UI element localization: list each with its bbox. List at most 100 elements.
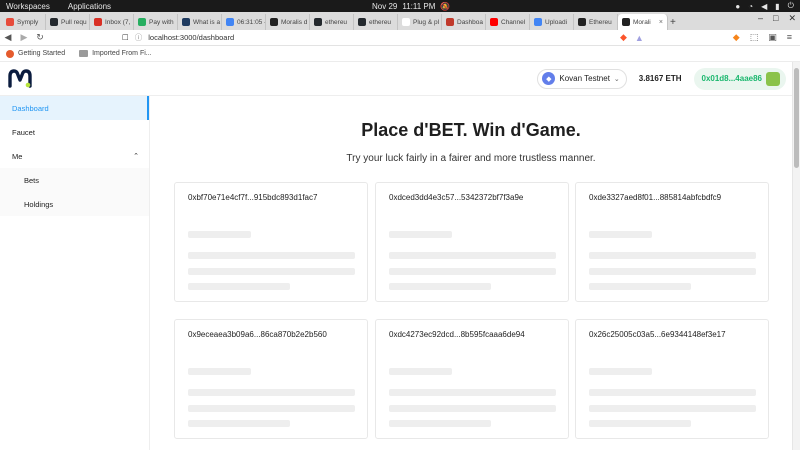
notification-muted-icon: 🔕 xyxy=(440,1,451,11)
skeleton-line xyxy=(389,268,556,275)
tab-label: Pull requ xyxy=(61,18,87,26)
sidebar: Dashboard Faucet Me ⌃ Bets Holdings xyxy=(0,96,150,450)
bet-card[interactable]: 0xdced3dd4e3c57...5342372bf7f3a9e xyxy=(375,182,569,302)
address-bar[interactable]: ☐ ⓘ localhost:3000/dashboard xyxy=(116,32,616,44)
browser-tab[interactable]: Dashboa xyxy=(442,14,486,30)
browser-tab[interactable]: Moralis d xyxy=(266,14,310,30)
page-scrollbar[interactable] xyxy=(792,62,800,450)
browser-tab[interactable]: Ethereu xyxy=(574,14,618,30)
back-icon[interactable]: ◀ xyxy=(0,32,16,43)
reload-icon[interactable]: ↻ xyxy=(32,32,48,43)
main-content: Place d'BET. Win d'Game. Try your luck f… xyxy=(150,96,792,450)
sidebar-item-holdings[interactable]: Holdings xyxy=(0,192,149,216)
tab-label: Uploadi xyxy=(545,18,568,26)
metamask-icon[interactable]: ◆ xyxy=(733,32,740,43)
browser-tab[interactable]: ethereu xyxy=(310,14,354,30)
close-tab-icon[interactable]: × xyxy=(659,19,663,26)
network-label: Kovan Testnet xyxy=(559,74,610,83)
browser-tab-strip: Symply Pull requ Inbox (7, Pay with What is … xyxy=(0,12,800,30)
wallet-icon[interactable]: ▣ xyxy=(768,32,777,43)
browser-tab[interactable]: Symply xyxy=(2,14,46,30)
skeleton-line xyxy=(589,252,756,259)
bookmark-getting-started[interactable]: Getting Started xyxy=(6,49,66,58)
app-logo[interactable] xyxy=(8,68,32,90)
tab-label: What is a xyxy=(193,18,221,26)
accessibility-icon[interactable]: ● xyxy=(735,2,740,11)
browser-tab[interactable]: ethereu xyxy=(354,14,398,30)
skeleton-line xyxy=(589,420,691,427)
sidebar-item-me[interactable]: Me ⌃ xyxy=(0,144,149,168)
menu-icon[interactable]: ≡ xyxy=(787,32,792,43)
network-selector[interactable]: ◆ Kovan Testnet ⌄ xyxy=(537,68,627,89)
sidebar-item-bets[interactable]: Bets xyxy=(0,168,149,192)
skeleton-line xyxy=(389,252,556,259)
sidebar-item-faucet[interactable]: Faucet xyxy=(0,120,149,144)
tab-label: Inbox (7, xyxy=(105,18,131,26)
bet-address: 0xdced3dd4e3c57...5342372bf7f3a9e xyxy=(389,193,524,202)
scrollbar-thumb[interactable] xyxy=(794,68,799,168)
volume-icon[interactable]: ◀ xyxy=(761,2,767,11)
bet-card[interactable]: 0xbf70e71e4cf7f...915bdc893d1fac7 xyxy=(174,182,368,302)
skeleton-line xyxy=(389,368,452,375)
close-window-icon[interactable]: ✕ xyxy=(788,13,796,24)
skeleton-line xyxy=(589,405,756,412)
new-tab-icon[interactable]: + xyxy=(670,17,676,28)
bet-address: 0xbf70e71e4cf7f...915bdc893d1fac7 xyxy=(188,193,318,202)
skeleton-line xyxy=(389,283,491,290)
skeleton-line xyxy=(589,268,756,275)
tab-label: ethereu xyxy=(325,18,348,26)
firefox-icon xyxy=(6,49,14,58)
sidebar-item-label: Dashboard xyxy=(12,103,49,113)
skeleton-line xyxy=(589,389,756,396)
skeleton-line xyxy=(188,252,355,259)
clock[interactable]: Nov 29 11:11 PM 🔕 xyxy=(372,2,450,11)
browser-tab[interactable]: Pay with xyxy=(134,14,178,30)
browser-tab[interactable]: Inbox (7, xyxy=(90,14,134,30)
page-subtitle: Try your luck fairly in a fairer and mor… xyxy=(346,153,596,164)
tab-favicon-icon xyxy=(6,18,14,26)
maximize-icon[interactable]: □ xyxy=(773,13,778,24)
browser-tab[interactable]: 06:31:05 - xyxy=(222,14,266,30)
url-text[interactable]: localhost:3000/dashboard xyxy=(148,33,234,42)
bet-card[interactable]: 0x9eceaea3b09a6...86ca870b2e2b560 xyxy=(174,319,368,439)
bookmark-label: Getting Started xyxy=(18,50,66,57)
browser-tab[interactable]: Channel xyxy=(486,14,530,30)
bet-card[interactable]: 0xdc4273ec92dcd...8b595fcaaa6de94 xyxy=(375,319,569,439)
browser-tab[interactable]: What is a xyxy=(178,14,222,30)
window-controls: – □ ✕ xyxy=(758,13,796,24)
bet-card[interactable]: 0xde3327aed8f01...885814abfcbdfc9 xyxy=(575,182,769,302)
brave-shield-icon[interactable]: ◆ xyxy=(620,32,627,43)
url-info-icon[interactable]: ⓘ xyxy=(135,32,143,43)
tab-favicon-icon xyxy=(50,18,58,26)
sidebar-item-dashboard[interactable]: Dashboard xyxy=(0,96,149,120)
workspaces-menu[interactable]: Workspaces xyxy=(6,2,50,11)
wifi-icon[interactable]: ◔ xyxy=(748,2,753,11)
browser-tab[interactable]: Plug & pl xyxy=(398,14,442,30)
skeleton-line xyxy=(589,231,652,238)
account-button[interactable]: 0x01d8...4aae86 xyxy=(693,67,786,90)
bet-address: 0xdc4273ec92dcd...8b595fcaaa6de94 xyxy=(389,330,525,339)
power-icon[interactable]: ⏻ xyxy=(788,1,794,11)
chevron-up-icon: ⌃ xyxy=(133,153,139,160)
bet-card[interactable]: 0x26c25005c03a5...6e9344148ef3e17 xyxy=(575,319,769,439)
tab-favicon-icon xyxy=(94,18,102,26)
browser-tab[interactable]: Morali × xyxy=(618,14,668,30)
skeleton-line xyxy=(188,389,355,396)
skeleton-line xyxy=(188,268,355,275)
browser-tab[interactable]: Uploadi xyxy=(530,14,574,30)
bookmark-icon[interactable]: ☐ xyxy=(122,33,129,42)
minimize-icon[interactable]: – xyxy=(758,13,763,24)
moralis-logo-icon xyxy=(8,68,32,88)
brave-rewards-icon[interactable]: ▲ xyxy=(635,33,644,43)
battery-icon[interactable]: ▮ xyxy=(775,2,779,11)
bookmark-folder-imported[interactable]: Imported From Fi... xyxy=(79,50,152,57)
browser-tab[interactable]: Pull requ xyxy=(46,14,90,30)
tab-favicon-icon xyxy=(314,18,322,26)
forward-icon[interactable]: ▶ xyxy=(16,32,32,43)
skeleton-line xyxy=(188,231,251,238)
extensions-icon[interactable]: ⬚ xyxy=(750,32,759,43)
tab-label: ethereu xyxy=(369,18,392,26)
skeleton-line xyxy=(188,368,251,375)
chevron-down-icon: ⌄ xyxy=(613,75,620,83)
applications-menu[interactable]: Applications xyxy=(68,2,111,11)
